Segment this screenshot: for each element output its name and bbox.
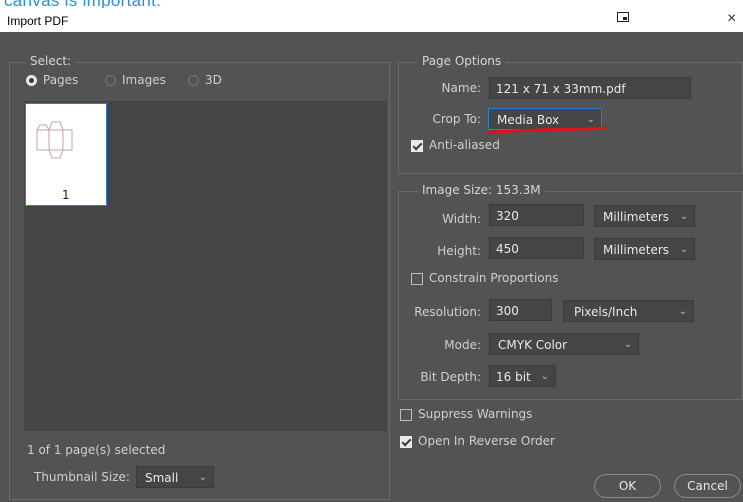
height-label: Height: [437, 244, 481, 258]
chevron-down-icon: ⌄ [679, 211, 688, 222]
radio-pages[interactable] [26, 75, 37, 86]
page-thumbnail[interactable]: 1 [25, 103, 107, 206]
radio-images-label[interactable]: Images [122, 73, 166, 87]
mode-label: Mode: [444, 338, 481, 352]
dieline-icon [36, 121, 73, 159]
mode-value: CMYK Color [498, 338, 568, 352]
width-unit-value: Millimeters [603, 210, 670, 224]
chevron-down-icon: ⌄ [679, 244, 688, 255]
radio-3d[interactable] [188, 75, 199, 86]
width-unit-select[interactable]: Millimeters ⌄ [594, 205, 695, 227]
cancel-button[interactable]: Cancel [674, 474, 741, 498]
height-unit-select[interactable]: Millimeters ⌄ [594, 238, 695, 260]
title-bar: Import PDF × [0, 8, 743, 32]
name-label: Name: [441, 81, 481, 95]
suppress-warnings-checkbox[interactable] [400, 409, 412, 421]
height-input[interactable]: 450 [489, 237, 584, 259]
mode-select[interactable]: CMYK Color ⌄ [489, 333, 639, 355]
chevron-down-icon: ⌄ [540, 371, 549, 382]
constrain-proportions-label[interactable]: Constrain Proportions [429, 271, 559, 285]
radio-pages-label[interactable]: Pages [43, 73, 78, 87]
bit-depth-value: 16 bit [496, 370, 531, 384]
thumbnail-size-label: Thumbnail Size: [34, 470, 130, 484]
thumbnail-number: 1 [62, 188, 70, 202]
radio-3d-label[interactable]: 3D [205, 73, 222, 87]
name-input[interactable]: 121 x 71 x 33mm.pdf [489, 77, 691, 99]
thumbnail-size-select[interactable]: Small ⌄ [136, 466, 214, 488]
thumbnail-size-value: Small [145, 471, 179, 485]
reverse-order-checkbox[interactable] [400, 436, 412, 448]
window-title: Import PDF [7, 14, 69, 28]
bit-depth-label: Bit Depth: [420, 370, 481, 384]
antialiased-label[interactable]: Anti-aliased [429, 138, 500, 152]
resolution-label: Resolution: [414, 305, 481, 319]
crop-to-label: Crop To: [432, 112, 482, 126]
width-input[interactable]: 320 [489, 204, 584, 226]
constrain-proportions-checkbox[interactable] [411, 273, 423, 285]
width-label: Width: [442, 212, 481, 226]
chevron-down-icon: ⌄ [198, 472, 207, 483]
select-legend: Select: [26, 54, 76, 68]
bit-depth-select[interactable]: 16 bit ⌄ [489, 365, 556, 387]
selection-status: 1 of 1 page(s) selected [27, 443, 166, 457]
red-underline-annotation [486, 126, 608, 135]
ok-button[interactable]: OK [594, 474, 661, 498]
image-size-legend: Image Size: 153.3M [418, 183, 545, 197]
suppress-warnings-label[interactable]: Suppress Warnings [418, 407, 532, 421]
radio-images[interactable] [105, 75, 116, 86]
resolution-unit-select[interactable]: Pixels/Inch ⌄ [563, 300, 694, 322]
height-unit-value: Millimeters [603, 243, 670, 257]
close-icon[interactable]: × [727, 10, 736, 28]
chevron-down-icon: ⌄ [678, 306, 687, 317]
window-icon[interactable] [617, 12, 629, 24]
resolution-unit-value: Pixels/Inch [574, 305, 638, 319]
page-options-legend: Page Options [418, 54, 506, 68]
resolution-input[interactable]: 300 [489, 299, 552, 321]
antialiased-checkbox[interactable] [411, 140, 423, 152]
chevron-down-icon: ⌄ [623, 339, 632, 350]
reverse-order-label[interactable]: Open In Reverse Order [418, 434, 555, 448]
